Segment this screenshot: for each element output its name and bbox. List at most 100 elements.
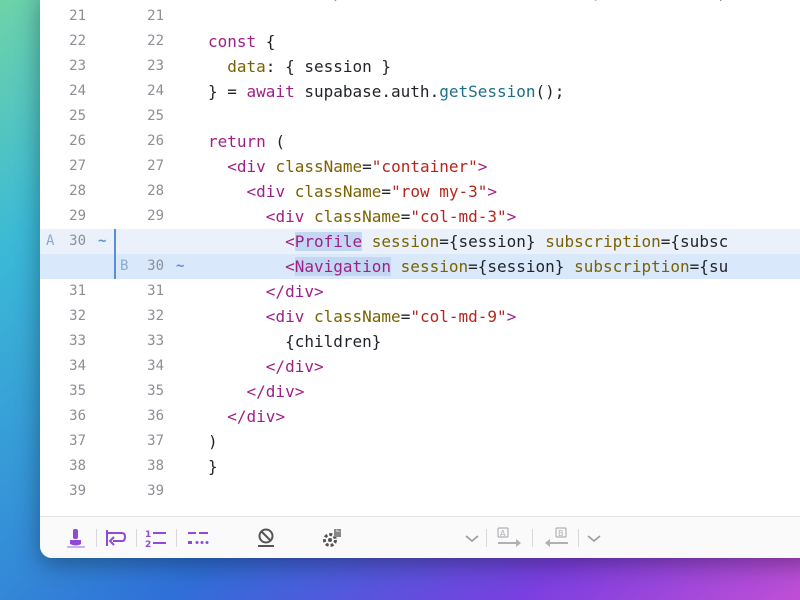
ignore-icon [258,528,274,547]
copy-a-to-b-icon: A [497,527,521,547]
code-text: const { [208,32,276,51]
code-text: <Profile session={session} subscription=… [285,232,729,251]
line-number-a: 38 [69,458,86,474]
line-number-b: 29 [147,208,164,224]
line-number-b: 32 [147,308,164,324]
line-number-a: 31 [69,283,86,299]
bottom-toolbar: 1 2 A B [40,516,800,558]
diff-line[interactable]: 36 36 </div> [40,404,800,429]
line-number-a: 34 [69,358,86,374]
copy-b-label: B [558,529,564,538]
code-text: <Navigation session={session} subscripti… [285,257,729,276]
options-dropdown[interactable] [460,527,484,549]
diff-line[interactable]: 23 23 data: { session } [40,54,800,79]
line-number-b: 25 [147,108,164,124]
change-indicator: ~ [176,258,185,274]
toolbar-divider [96,529,97,547]
diff-line-changed[interactable]: A 30 ~ <Profile session={session} subscrip… [40,229,800,254]
code-text: return ( [208,132,286,151]
diff-line[interactable]: 28 28 <div className="row my-3"> [40,179,800,204]
copy-a-label: A [500,529,506,538]
line-number-a: 36 [69,408,86,424]
gear-icon [323,529,341,547]
line-number-b: 21 [147,8,164,24]
code-text: } [208,457,218,476]
line-number-b: 37 [147,433,164,449]
line-number-a: 29 [69,208,86,224]
diff-line[interactable]: 22 22 const { [40,29,800,54]
code-text: data: { session } [227,57,392,76]
code-text: </div> [265,282,324,301]
change-bar [114,254,116,279]
svg-text:2: 2 [145,540,151,549]
line-number-a: 23 [69,58,86,74]
show-invisibles-button[interactable] [186,527,210,549]
diff-line[interactable]: 26 26 return ( [40,129,800,154]
diff-line[interactable]: 21 21 [40,4,800,29]
diff-line-changed[interactable]: B 30 ~ <Navigation session={session} subsc… [40,254,800,279]
toolbar-divider [136,529,137,547]
code-text: <div className="container"> [227,157,488,176]
toolbar-divider [486,529,487,547]
diff-line[interactable]: 39 39 [40,479,800,504]
line-number-b: 33 [147,333,164,349]
line-number-a: 32 [69,308,86,324]
line-number-a: 27 [69,158,86,174]
line-numbers-button[interactable]: 1 2 [144,527,168,550]
diff-line[interactable]: 33 33 {children} [40,329,800,354]
diff-line[interactable]: 31 31 </div> [40,279,800,304]
diff-line[interactable]: 32 32 <div className="col-md-9"> [40,304,800,329]
line-number-a: 33 [69,333,86,349]
brush-icon [67,529,85,548]
line-number-b: 34 [147,358,164,374]
line-number-a: 21 [69,8,86,24]
diff-line[interactable]: 37 37) [40,429,800,454]
line-numbers-icon: 1 2 [145,530,166,550]
line-number-b: 31 [147,283,164,299]
merge-dropdown[interactable] [582,527,606,549]
line-number-b: 39 [147,483,164,499]
diff-line[interactable]: 29 29 <div className="col-md-3"> [40,204,800,229]
diff-line[interactable]: 35 35 </div> [40,379,800,404]
ignore-button[interactable] [254,527,278,549]
line-number-b: 30 [147,258,164,274]
diff-line[interactable]: 24 24 } = await supabase.auth.getSession()… [40,79,800,104]
line-number-a: 28 [69,183,86,199]
toolbar-divider [176,529,177,547]
line-number-a: 35 [69,383,86,399]
diff-line[interactable]: 38 38} [40,454,800,479]
line-wrap-button[interactable] [104,527,128,549]
line-number-b: 24 [147,83,164,99]
code-text: </div> [227,407,286,426]
highlight-button[interactable] [64,527,88,549]
code-text: </div> [265,357,324,376]
line-number-a: 22 [69,33,86,49]
diff-editor[interactable]: 2020const subscription = MostRelevantSub… [40,0,800,516]
pane-b-marker: B [120,258,129,274]
toolbar-divider [532,529,533,547]
code-text: </div> [246,382,305,401]
diff-line[interactable]: 27 27 <div className="container"> [40,154,800,179]
line-number-b: 35 [147,383,164,399]
line-number-b: 28 [147,183,164,199]
whitespace-icon [188,532,209,544]
line-number-a: 26 [69,133,86,149]
change-bar [114,229,116,254]
toolbar-divider [578,529,579,547]
svg-text:1: 1 [145,530,151,540]
diff-line[interactable]: 34 34 </div> [40,354,800,379]
chevron-down-icon [587,535,601,543]
line-number-b: 38 [147,458,164,474]
settings-button[interactable] [320,527,344,549]
line-number-b: 26 [147,133,164,149]
code-text: {children} [208,332,382,351]
diff-window: 2020const subscription = MostRelevantSub… [40,0,800,558]
wrap-icon [106,530,127,546]
copy-b-to-a-button[interactable]: B [540,527,570,549]
code-text: } = await supabase.auth.getSession(); [208,82,565,101]
diff-line[interactable]: 25 25 [40,104,800,129]
line-number-a: 25 [69,108,86,124]
copy-a-to-b-button[interactable]: A [496,527,526,549]
line-number-a: 24 [69,83,86,99]
line-number-b: 23 [147,58,164,74]
